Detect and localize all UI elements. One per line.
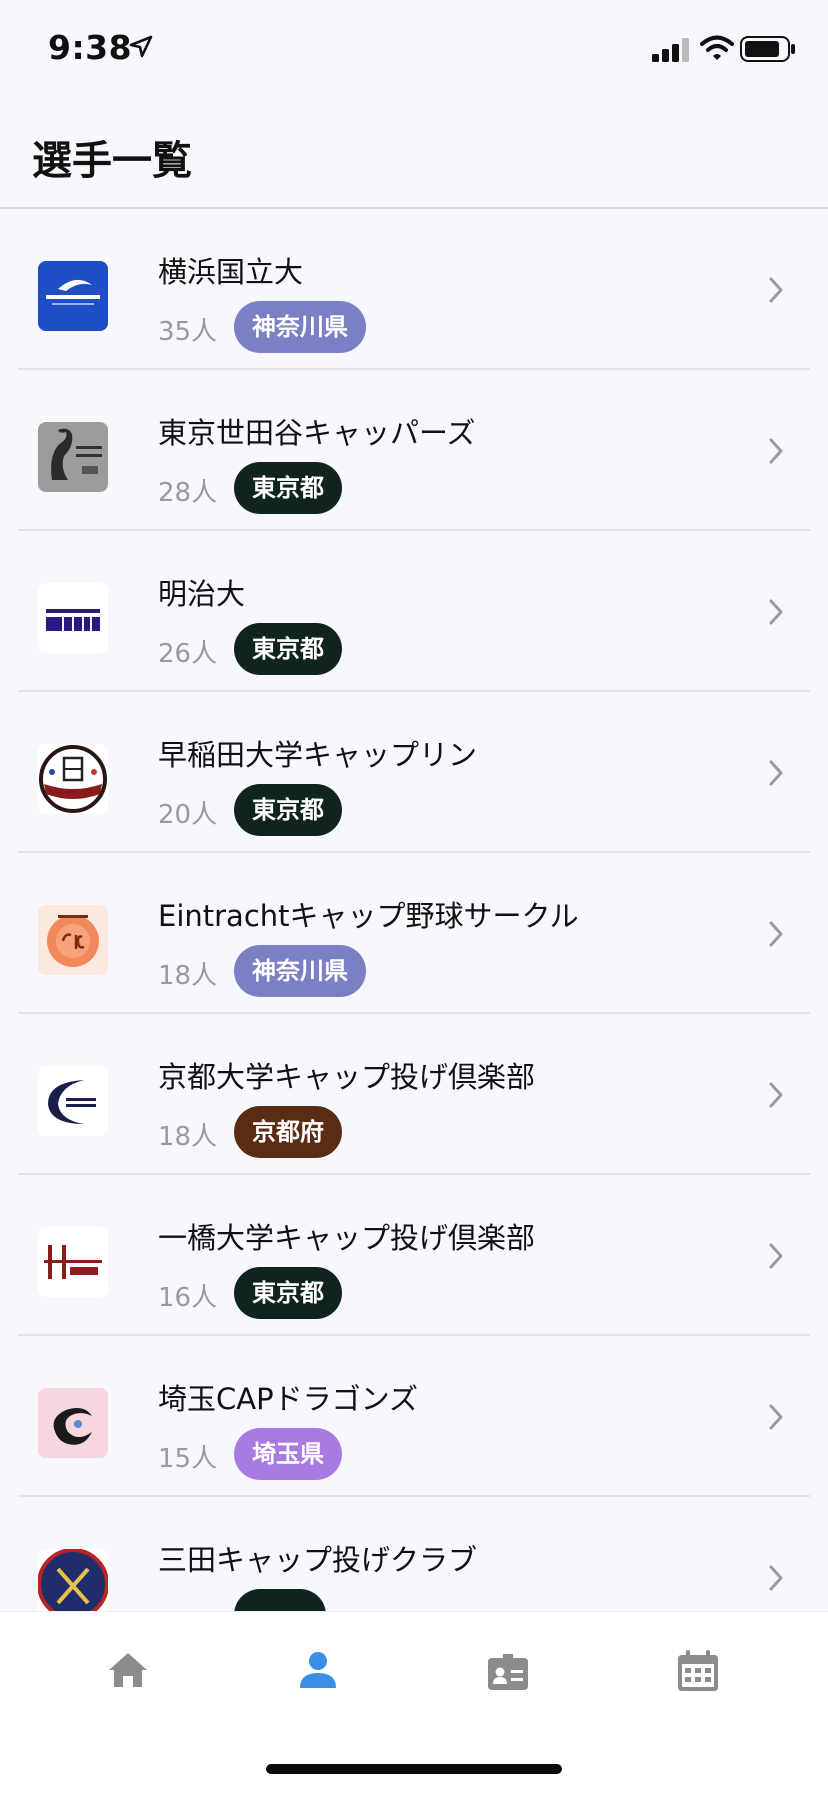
id-badge-icon: [488, 1654, 528, 1690]
chevron-right-icon: [769, 1565, 783, 1591]
team-name: 東京世田谷キャッパーズ: [158, 416, 476, 450]
chevron-right-icon: [769, 1404, 783, 1430]
chevron-right-icon: [769, 921, 783, 947]
team-row[interactable]: 早稲田大学キャップリン 20人 東京都: [0, 692, 828, 853]
prefecture-badge: 東京都: [234, 623, 342, 675]
team-row[interactable]: 三田キャップ投げクラブ: [0, 1497, 828, 1611]
cellular-signal-icon: [652, 38, 689, 62]
person-icon: [300, 1652, 336, 1688]
waseda-logo: [38, 744, 108, 814]
team-name: Eintrachtキャップ野球サークル: [158, 899, 579, 933]
team-name: 横浜国立大: [158, 255, 304, 289]
status-bar: 9:38: [0, 0, 828, 96]
status-time: 9:38: [48, 28, 133, 67]
location-arrow-icon: [129, 35, 153, 58]
player-count: 15人: [158, 1444, 218, 1474]
prefecture-badge: 神奈川県: [234, 945, 366, 997]
prefecture-badge: 神奈川県: [234, 301, 366, 353]
team-row[interactable]: 京都大学キャップ投げ倶楽部 18人 京都府: [0, 1014, 828, 1175]
chevron-right-icon: [769, 1082, 783, 1108]
tab-home[interactable]: [24, 1612, 231, 1722]
wifi-icon: [700, 35, 734, 60]
calendar-icon: [678, 1650, 718, 1691]
player-count: 28人: [158, 478, 218, 508]
team-name: 京都大学キャップ投げ倶楽部: [158, 1060, 536, 1094]
kucic-logo: [38, 1066, 108, 1136]
chevron-right-icon: [769, 599, 783, 625]
player-count: 35人: [158, 317, 218, 347]
prefecture-badge: 東京都: [234, 462, 342, 514]
page-title: 選手一覧: [32, 138, 192, 184]
team-row[interactable]: 横浜国立大 35人 神奈川県: [0, 209, 828, 370]
team-row[interactable]: 一橋大学キャップ投げ倶楽部 16人 東京都: [0, 1175, 828, 1336]
prefecture-badge: 東京都: [234, 784, 342, 836]
team-name: 三田キャップ投げクラブ: [158, 1543, 478, 1577]
player-count: 16人: [158, 1283, 218, 1313]
chevron-right-icon: [769, 760, 783, 786]
team-name: 早稲田大学キャップリン: [158, 738, 478, 772]
team-row[interactable]: 明治大 26人 東京都: [0, 531, 828, 692]
tab-calendar[interactable]: [594, 1612, 801, 1722]
team-name: 明治大: [158, 577, 246, 611]
mita-logo: [38, 1549, 108, 1611]
player-count: 18人: [158, 1122, 218, 1152]
sounds-on-beach-logo: [38, 261, 108, 331]
tab-id-card[interactable]: [404, 1612, 611, 1722]
chevron-right-icon: [769, 1243, 783, 1269]
player-count: 18人: [158, 961, 218, 991]
chevron-right-icon: [769, 277, 783, 303]
mucic-logo: [38, 583, 108, 653]
prefecture-badge: 埼玉県: [234, 1428, 342, 1480]
battery-icon: [740, 36, 795, 62]
tab-players[interactable]: [214, 1612, 421, 1722]
prefecture-badge: 東京都: [234, 1267, 342, 1319]
dragons-logo: [38, 1388, 108, 1458]
home-indicator: [266, 1764, 562, 1774]
prefecture-badge: [234, 1589, 326, 1611]
etc-logo: [38, 905, 108, 975]
team-row[interactable]: 東京世田谷キャッパーズ 28人 東京都: [0, 370, 828, 531]
team-list[interactable]: 横浜国立大 35人 神奈川県 東京世田谷キャッパーズ 28人 東京都 明治大 2…: [0, 209, 828, 1611]
home-icon: [109, 1653, 147, 1687]
player-count: 20人: [158, 800, 218, 830]
prefecture-badge: 京都府: [234, 1106, 342, 1158]
tsc-logo: [38, 422, 108, 492]
hucic-logo: [38, 1227, 108, 1297]
chevron-right-icon: [769, 438, 783, 464]
team-name: 埼玉CAPドラゴンズ: [158, 1382, 418, 1416]
team-row[interactable]: Eintrachtキャップ野球サークル 18人 神奈川県: [0, 853, 828, 1014]
team-row[interactable]: 埼玉CAPドラゴンズ 15人 埼玉県: [0, 1336, 828, 1497]
player-count: 26人: [158, 639, 218, 669]
team-name: 一橋大学キャップ投げ倶楽部: [158, 1221, 536, 1255]
